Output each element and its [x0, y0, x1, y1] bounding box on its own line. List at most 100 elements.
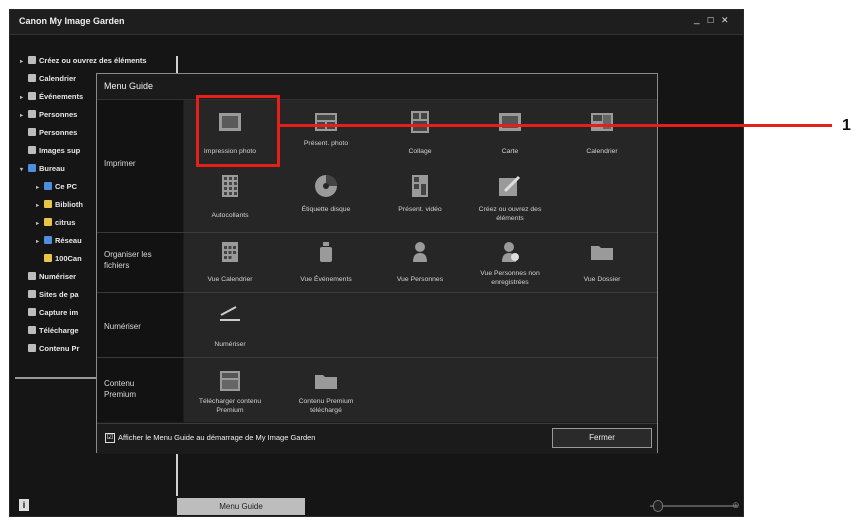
tile-people-view[interactable]: Vue Personnes	[380, 233, 460, 292]
tree-item-events[interactable]: ▸ Événements	[20, 92, 100, 106]
tile-photo-layout[interactable]: Présent. photo	[286, 102, 366, 166]
calendar-icon	[591, 113, 613, 131]
tile-downloaded-premium[interactable]: Contenu Premium téléchargé	[286, 358, 366, 422]
maximize-button[interactable]: ☐	[707, 16, 714, 25]
tile-label: Numériser	[214, 341, 246, 348]
folder-icon	[591, 246, 613, 260]
card-icon	[499, 113, 521, 131]
organize-section: Vue Calendrier Vue Événements Vue Person…	[184, 233, 657, 292]
zoom-slider-thumb[interactable]	[653, 500, 663, 512]
tree-item-create[interactable]: ▸ Créez ou ouvrez des éléments	[20, 56, 180, 70]
tile-download-premium[interactable]: Télécharger contenu Premium	[190, 358, 270, 422]
tile-label: Contenu Premium téléchargé	[298, 398, 354, 414]
premium-section: Télécharger contenu Premium Contenu Prem…	[184, 358, 657, 422]
tile-label: Collage	[408, 148, 432, 155]
category-print: Imprimer	[97, 100, 183, 232]
tile-label: Vue Personnes	[396, 276, 444, 283]
minimize-button[interactable]: _	[694, 14, 700, 25]
menu-guide-button[interactable]: Menu Guide	[177, 498, 305, 515]
tile-label: Présent. photo	[303, 140, 349, 147]
tile-calendar-view[interactable]: Vue Calendrier	[190, 233, 270, 292]
tree-item-desktop[interactable]: ▾ Bureau	[20, 164, 100, 178]
folder-icon	[28, 164, 36, 172]
info-icon[interactable]: i	[19, 499, 29, 511]
tile-video-layout[interactable]: Présent. vidéo	[380, 170, 460, 232]
download-premium-icon	[220, 371, 240, 391]
app-title: Canon My Image Garden	[19, 16, 125, 26]
tree-item-people[interactable]: ▸ Personnes	[20, 110, 100, 124]
menu-guide-dialog: Menu Guide Imprimer Impression photo Pré…	[96, 73, 658, 454]
tile-label: Vue Événements	[300, 276, 352, 283]
video-layout-icon	[412, 175, 428, 197]
scan-section: Numériser	[184, 293, 657, 357]
tree-item-people-2[interactable]: Personnes	[28, 128, 100, 142]
web-icon	[28, 290, 36, 298]
scan-icon	[28, 272, 36, 280]
tree-item-network[interactable]: ▸ Réseau	[36, 236, 100, 250]
tile-folder-view[interactable]: Vue Dossier	[562, 233, 642, 292]
tile-events-view[interactable]: Vue Événements	[286, 233, 366, 292]
calendar-view-icon	[222, 242, 238, 262]
library-icon	[44, 200, 52, 208]
tile-scan[interactable]: Numériser	[190, 293, 270, 357]
person-icon	[413, 242, 427, 262]
network-icon	[44, 236, 52, 244]
tree-item-image-capture[interactable]: Capture im	[28, 308, 100, 322]
tile-calendar[interactable]: Calendrier	[562, 102, 642, 166]
collage-icon	[411, 111, 429, 133]
tree-item-libraries[interactable]: ▸ Biblioth	[36, 200, 100, 214]
zoom-in-icon[interactable]: ⊕	[732, 500, 740, 510]
category-label-premium: Contenu Premium	[104, 379, 137, 399]
tile-disc-label[interactable]: Étiquette disque	[286, 170, 366, 232]
category-label-scan: Numériser	[104, 322, 141, 331]
stickers-icon	[222, 175, 238, 197]
show-on-start-checkbox[interactable]: ☑	[105, 433, 115, 443]
create-items-icon	[499, 175, 521, 196]
download-icon	[28, 326, 36, 334]
computer-icon	[44, 182, 52, 190]
tile-label: Télécharger contenu Premium	[198, 398, 262, 414]
person-icon	[28, 128, 36, 136]
capture-icon	[28, 308, 36, 316]
tree-item-premium-content[interactable]: Contenu Pr	[28, 344, 100, 358]
close-button[interactable]: Fermer	[552, 428, 652, 448]
tile-label: Créez ou ouvrez des éléments	[478, 206, 542, 222]
event-view-icon	[320, 242, 332, 262]
tile-collage[interactable]: Collage	[380, 102, 460, 166]
tile-label: Calendrier	[586, 148, 618, 155]
image-icon	[28, 146, 36, 154]
tile-label: Autocollants	[211, 212, 249, 219]
folder-icon	[315, 375, 337, 389]
close-window-button[interactable]: ✕	[721, 15, 729, 26]
tree-item-100canon[interactable]: 100Can	[44, 254, 100, 268]
tree-item-similar-images[interactable]: Images sup	[28, 146, 100, 160]
disc-icon	[315, 175, 337, 197]
calendar-icon	[28, 74, 36, 82]
tile-create-open-items[interactable]: Créez ou ouvrez des éléments	[470, 170, 550, 232]
tile-label: Étiquette disque	[301, 206, 351, 213]
folder-icon	[44, 218, 52, 226]
category-organize: Organiser les fichiers	[97, 233, 183, 292]
tile-label: Présent. vidéo	[398, 206, 442, 213]
tree-item-scan[interactable]: Numériser	[28, 272, 100, 286]
dialog-title: Menu Guide	[104, 81, 154, 91]
category-scan: Numériser	[97, 293, 183, 357]
category-label-organize: Organiser les fichiers	[104, 250, 152, 270]
dialog-footer: ☑ Afficher le Menu Guide au démarrage de…	[97, 423, 657, 454]
tree-item-calendar[interactable]: Calendrier	[28, 74, 98, 88]
tree-item-this-pc[interactable]: ▸ Ce PC	[36, 182, 100, 196]
tree-item-download[interactable]: Télécharge	[28, 326, 100, 340]
tile-unregistered-people-view[interactable]: Vue Personnes non enregistrées	[470, 233, 550, 292]
tile-label: Vue Personnes non enregistrées	[480, 270, 540, 286]
tree-item-citrus[interactable]: ▸ citrus	[36, 218, 100, 232]
event-icon	[28, 92, 36, 100]
create-icon	[28, 56, 36, 64]
callout-line	[280, 124, 832, 127]
person-icon	[28, 110, 36, 118]
tree-item-photo-sites[interactable]: Sites de pa	[28, 290, 100, 304]
tile-card[interactable]: Carte	[470, 102, 550, 166]
tile-stickers[interactable]: Autocollants	[190, 170, 270, 232]
tile-label: Vue Dossier	[583, 276, 621, 283]
zoom-slider[interactable]	[650, 505, 738, 507]
scan-icon	[220, 306, 240, 321]
